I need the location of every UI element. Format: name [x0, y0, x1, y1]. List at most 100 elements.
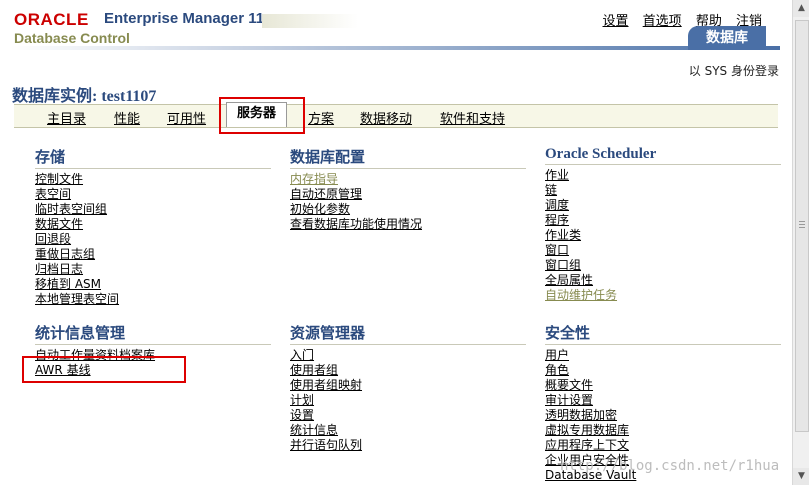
list-item: 使用者组映射: [290, 378, 526, 393]
link-initialization-parameters[interactable]: 初始化参数: [290, 202, 350, 216]
list-item: 计划: [290, 393, 526, 408]
link-schedules[interactable]: 调度: [545, 198, 569, 212]
grip-line: [799, 221, 805, 222]
section-storage: 存储 控制文件 表空间 临时表空间组 数据文件 回退段 重做日志组 归档日志 移…: [35, 146, 271, 307]
list-item: 窗口: [545, 243, 781, 258]
link-windows[interactable]: 窗口: [545, 243, 569, 257]
list-item: 透明数据加密: [545, 408, 781, 423]
header-band: [10, 46, 780, 50]
list-item: 作业类: [545, 228, 781, 243]
section-oracle-scheduler: Oracle Scheduler 作业 链 调度 程序 作业类 窗口 窗口组 全…: [545, 146, 781, 303]
link-profiles[interactable]: 概要文件: [545, 378, 593, 392]
link-settings[interactable]: 设置: [290, 408, 314, 422]
list-item: 并行语句队列: [290, 438, 526, 453]
link-datafiles[interactable]: 数据文件: [35, 217, 83, 231]
list-item: 程序: [545, 213, 781, 228]
link-control-files[interactable]: 控制文件: [35, 172, 83, 186]
link-roles[interactable]: 角色: [545, 363, 569, 377]
link-archive-logs[interactable]: 归档日志: [35, 262, 83, 276]
list-item: 应用程序上下文: [545, 438, 781, 453]
list-item: 设置: [290, 408, 526, 423]
list-item: 移植到 ASM: [35, 277, 271, 292]
product-name: Enterprise Manager 11g: [104, 10, 273, 27]
section-title-database-configuration: 数据库配置: [290, 146, 526, 169]
link-transparent-data-encryption[interactable]: 透明数据加密: [545, 408, 617, 422]
subtab-performance[interactable]: 性能: [114, 108, 140, 127]
link-audit-settings[interactable]: 审计设置: [545, 393, 593, 407]
link-automatic-undo-management[interactable]: 自动还原管理: [290, 187, 362, 201]
list-item: 表空间: [35, 187, 271, 202]
link-job-classes[interactable]: 作业类: [545, 228, 581, 242]
link-global-attributes[interactable]: 全局属性: [545, 273, 593, 287]
scheduler-link-list: 作业 链 调度 程序 作业类 窗口 窗口组 全局属性 自动维护任务: [545, 168, 781, 303]
list-item: 作业: [545, 168, 781, 183]
resource-link-list: 入门 使用者组 使用者组映射 计划 设置 统计信息 并行语句队列: [290, 348, 526, 453]
link-temp-tablespace-groups[interactable]: 临时表空间组: [35, 202, 107, 216]
list-item: 数据文件: [35, 217, 271, 232]
link-migrate-to-asm[interactable]: 移植到 ASM: [35, 277, 101, 291]
section-title-storage: 存储: [35, 146, 271, 169]
link-chains[interactable]: 链: [545, 183, 557, 197]
list-item: 本地管理表空间: [35, 292, 271, 307]
link-statistics[interactable]: 统计信息: [290, 423, 338, 437]
subtab-availability[interactable]: 可用性: [167, 108, 206, 127]
storage-link-list: 控制文件 表空间 临时表空间组 数据文件 回退段 重做日志组 归档日志 移植到 …: [35, 172, 271, 307]
link-parallel-statement-queue[interactable]: 并行语句队列: [290, 438, 362, 452]
scroll-thumb[interactable]: [795, 20, 809, 432]
list-item: 自动还原管理: [290, 187, 526, 202]
subtab-home[interactable]: 主目录: [47, 108, 86, 127]
watermark: http://blog.csdn.net/r1hua: [560, 458, 780, 474]
list-item: 临时表空间组: [35, 202, 271, 217]
link-programs[interactable]: 程序: [545, 213, 569, 227]
link-rollback-segments[interactable]: 回退段: [35, 232, 71, 246]
scroll-up-icon[interactable]: ▲: [793, 0, 809, 17]
link-application-contexts[interactable]: 应用程序上下文: [545, 438, 629, 452]
list-item: 回退段: [35, 232, 271, 247]
link-automated-maintenance-tasks[interactable]: 自动维护任务: [545, 288, 617, 302]
link-view-feature-usage[interactable]: 查看数据库功能使用情况: [290, 217, 422, 231]
product-subtitle: Database Control: [14, 30, 130, 46]
link-users[interactable]: 用户: [545, 348, 569, 362]
subtab-data-movement[interactable]: 数据移动: [360, 108, 412, 127]
oracle-logo: ORACLE: [14, 10, 89, 29]
list-item: 自动维护任务: [545, 288, 781, 303]
header-fade-bar: [262, 14, 358, 28]
list-item: 归档日志: [35, 262, 271, 277]
list-item: 链: [545, 183, 781, 198]
db-config-link-list: 内存指导 自动还原管理 初始化参数 查看数据库功能使用情况: [290, 172, 526, 232]
highlight-box-server-tab: [219, 97, 305, 134]
list-item: 初始化参数: [290, 202, 526, 217]
preferences-link[interactable]: 首选项: [643, 14, 682, 29]
subtab-schema[interactable]: 方案: [308, 108, 334, 127]
link-memory-advisors[interactable]: 内存指导: [290, 172, 338, 186]
link-window-groups[interactable]: 窗口组: [545, 258, 581, 272]
link-tablespaces[interactable]: 表空间: [35, 187, 71, 201]
list-item: 入门: [290, 348, 526, 363]
link-locally-managed-tablespaces[interactable]: 本地管理表空间: [35, 292, 119, 306]
tab-database[interactable]: 数据库: [688, 26, 766, 50]
list-item: 全局属性: [545, 273, 781, 288]
section-title-oracle-scheduler: Oracle Scheduler: [545, 146, 781, 165]
link-jobs[interactable]: 作业: [545, 168, 569, 182]
link-consumer-groups[interactable]: 使用者组: [290, 363, 338, 377]
link-getting-started[interactable]: 入门: [290, 348, 314, 362]
link-redo-log-groups[interactable]: 重做日志组: [35, 247, 95, 261]
list-item: 用户: [545, 348, 781, 363]
link-plans[interactable]: 计划: [290, 393, 314, 407]
page-title: 数据库实例: test1107: [12, 88, 157, 105]
subtab-software-support[interactable]: 软件和支持: [440, 108, 505, 127]
list-item: 虚拟专用数据库: [545, 423, 781, 438]
logged-in-as: 以 SYS 身份登录: [688, 64, 779, 78]
list-item: 角色: [545, 363, 781, 378]
list-item: 重做日志组: [35, 247, 271, 262]
settings-link[interactable]: 设置: [603, 14, 629, 29]
scroll-down-icon[interactable]: ▼: [793, 468, 809, 485]
list-item: 概要文件: [545, 378, 781, 393]
section-resource-manager: 资源管理器 入门 使用者组 使用者组映射 计划 设置 统计信息 并行语句队列: [290, 322, 526, 453]
list-item: 审计设置: [545, 393, 781, 408]
link-consumer-group-mappings[interactable]: 使用者组映射: [290, 378, 362, 392]
list-item: 窗口组: [545, 258, 781, 273]
link-virtual-private-database[interactable]: 虚拟专用数据库: [545, 423, 629, 437]
vertical-scrollbar[interactable]: ▲ ▼: [792, 0, 809, 485]
list-item: 控制文件: [35, 172, 271, 187]
